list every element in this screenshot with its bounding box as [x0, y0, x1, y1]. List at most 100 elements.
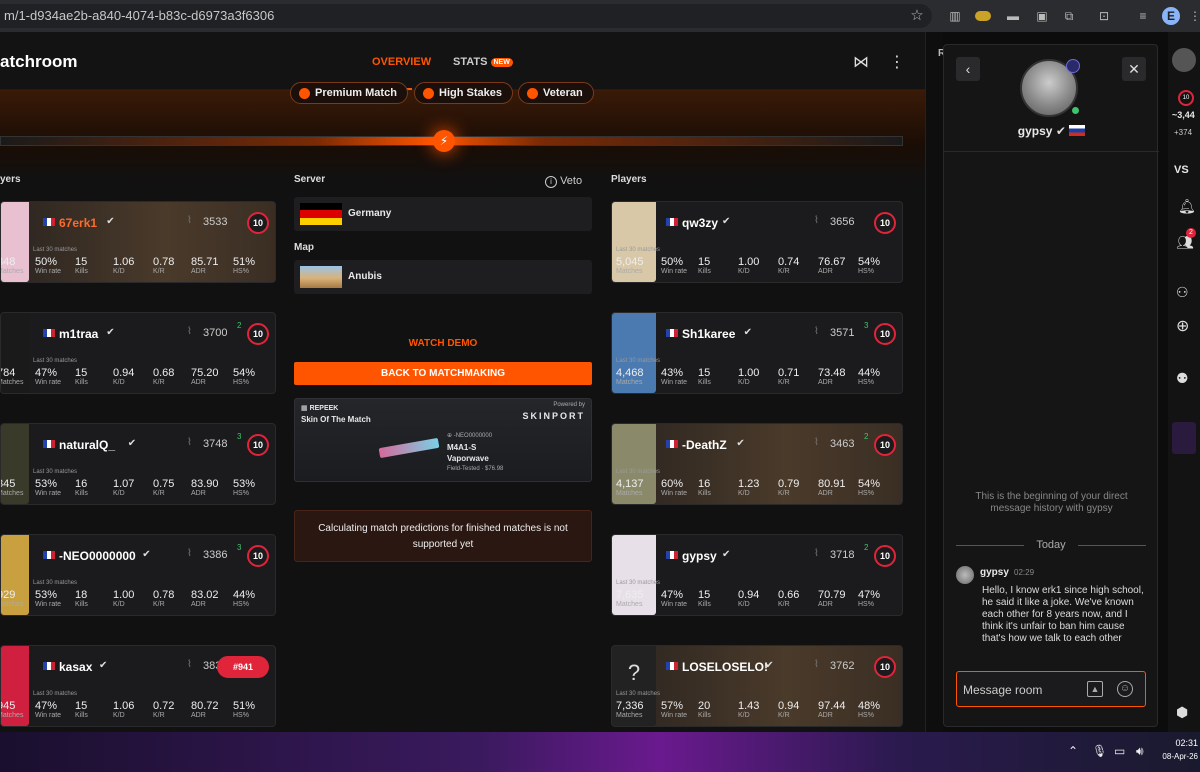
clock-date[interactable]: 08-Apr-26 — [1160, 752, 1200, 761]
player-nickname[interactable]: m1traa — [59, 327, 98, 341]
media-icon[interactable]: ≡ — [1134, 7, 1152, 25]
add-icon[interactable]: ⊕ — [1176, 316, 1189, 336]
player-nickname[interactable]: naturalQ_ — [59, 438, 115, 452]
player-card[interactable]: gypsy ✔ ⌇ 3718 2 10 Last 30 matches 7,635 Matche… — [611, 534, 903, 616]
tray-chevron-icon[interactable]: ⌃ — [1068, 744, 1078, 758]
stat-kills: 15 Kills — [698, 367, 711, 386]
tab-stats[interactable]: STATS NEW — [453, 56, 513, 68]
stat-adr: 85.71 ADR — [191, 256, 219, 275]
tag-veteran: Veteran — [518, 82, 594, 104]
player-nickname[interactable]: qw3zy — [682, 216, 718, 230]
skinport-logo: SKINPORT — [522, 411, 585, 421]
elo-trend-icon: ⌇ — [814, 437, 819, 448]
display-icon[interactable]: ▭ — [1114, 744, 1125, 758]
extension-icon-1[interactable]: ▥ — [946, 7, 964, 25]
player-nickname[interactable]: gypsy — [682, 549, 717, 563]
player-nickname[interactable]: kasax — [59, 660, 92, 674]
player-nickname[interactable]: -DeathZ — [682, 438, 727, 452]
back-to-matchmaking-button[interactable]: BACK TO MATCHMAKING — [294, 362, 592, 385]
close-icon[interactable]: ✕ — [1122, 57, 1146, 81]
image-upload-icon[interactable]: ▲ — [1087, 681, 1103, 697]
message-avatar[interactable] — [956, 566, 974, 584]
stat-value: 15 — [698, 589, 711, 601]
microphone-icon[interactable]: 🎙︎ — [1092, 744, 1107, 758]
stat-winrate: 47% Win rate — [35, 367, 61, 386]
stat-label: ADR — [818, 490, 833, 497]
sidebar-avatar[interactable] — [1172, 48, 1196, 72]
divider — [944, 151, 1159, 152]
promo-title: Skin Of The Match — [301, 415, 371, 424]
player-nickname[interactable]: 67erk1 — [59, 216, 97, 230]
faceit-icon[interactable]: ⬢ — [1176, 704, 1188, 721]
more-menu-icon[interactable]: ⋮ — [889, 52, 905, 72]
address-bar[interactable]: m/1-d934ae2b-a840-4074-b83c-d6973a3f6306 — [0, 4, 932, 28]
veto-link[interactable]: i Veto — [545, 175, 582, 188]
skill-level-badge: 10 — [874, 434, 896, 456]
stat-matches: 929Matches — [1, 589, 23, 608]
extension-icon-3[interactable]: ▬ — [1004, 7, 1022, 25]
share-icon[interactable]: ⋈ — [853, 52, 869, 72]
extensions-puzzle-icon[interactable]: ⧉ — [1060, 7, 1078, 25]
player-card[interactable]: kasax✔⌇3838#941Last 30 matches945Matches… — [0, 645, 276, 727]
player-card[interactable]: Sh1karee ✔ ⌇ 3571 3 10 Last 30 matches 4,468 Mat… — [611, 312, 903, 394]
party-icon[interactable]: ⚇ — [1176, 284, 1189, 301]
premium-icon — [299, 88, 310, 99]
player-elo: 3656 — [830, 216, 855, 228]
stat-hs: 44% HS% — [233, 589, 255, 608]
stat-value: 50% — [35, 256, 58, 268]
player-card[interactable]: m1traa ✔ ⌇ 3700 2 10 Last 30 matches 784Matches… — [0, 312, 276, 394]
player-stats: 5,045 Matches 50% Win rate 15 Kills 1.00 K/D 0.7… — [612, 256, 902, 282]
screenshot-icon[interactable]: ⊡ — [1095, 7, 1113, 25]
team-icon[interactable]: ⚉ — [1176, 370, 1189, 387]
player-card[interactable]: 67erk1 ✔ ⌇ 3533 10 Last 30 matches 348Matches 5… — [0, 201, 276, 283]
stat-label: Kills — [75, 379, 88, 386]
menu-kebab-icon[interactable]: ⋮ — [1186, 7, 1200, 25]
skin-of-the-match-card[interactable]: ▦ REPEEK Skin Of The Match Powered by SK… — [294, 398, 592, 482]
message-input[interactable]: Message room ▲ ☺ — [956, 671, 1146, 707]
dm-intro-text: This is the beginning of your direct mes… — [975, 491, 1128, 514]
stat-winrate: 50% Win rate — [35, 256, 61, 275]
player-card[interactable]: -DeathZ ✔ ⌇ 3463 2 10 Last 30 matches 4,137 Matc… — [611, 423, 903, 505]
last-30-label: Last 30 matches — [616, 691, 661, 697]
russia-flag-icon — [1069, 125, 1086, 136]
country-flag-icon — [666, 551, 678, 559]
stat-kd: 1.00 K/D — [738, 367, 759, 386]
watch-demo-link[interactable]: WATCH DEMO — [294, 338, 592, 349]
stat-winrate: 47% Win rate — [661, 589, 687, 608]
volume-icon[interactable]: 🔊︎ — [1136, 744, 1144, 759]
tab-overview[interactable]: OVERVIEW — [372, 56, 431, 68]
skill-level-badge: 10 — [874, 323, 896, 345]
sidebar-vs[interactable]: VS — [1174, 164, 1189, 176]
stat-label: HS% — [233, 712, 249, 719]
player-card[interactable]: naturalQ_ ✔ ⌇ 3748 3 10 Last 30 matches 345Matc… — [0, 423, 276, 505]
visualize-app-icon[interactable] — [1172, 422, 1196, 454]
stat-label: Matches — [616, 712, 643, 719]
stat-label: ADR — [191, 379, 206, 386]
stat-value: 51% — [233, 700, 256, 712]
notification-bell-icon[interactable]: 🔔︎ — [1178, 198, 1196, 215]
elo-trend-icon: ⌇ — [814, 326, 819, 337]
chat-user-name: gypsy ✔ — [944, 124, 1159, 138]
faceit-logo-icon: ⚡ — [433, 130, 455, 152]
stat-value: 60% — [661, 478, 684, 490]
player-card[interactable]: ? LOSELOSELO! ✔ ⌇ 3762 10 Last 30 matches 7,336… — [611, 645, 903, 727]
stat-hs: 51% HS% — [233, 256, 255, 275]
back-chevron-icon[interactable]: ‹ — [956, 57, 980, 81]
clock-time[interactable]: 02:31 — [1160, 738, 1200, 748]
extension-icon-4[interactable]: ▣ — [1033, 7, 1051, 25]
profile-avatar[interactable]: E — [1162, 7, 1180, 25]
map-label: Map — [294, 242, 314, 253]
player-nickname[interactable]: Sh1karee — [682, 327, 735, 341]
player-card[interactable]: qw3zy ✔ ⌇ 3656 10 Last 30 matches 5,045 Matches… — [611, 201, 903, 283]
stat-value: 50% — [661, 256, 684, 268]
extension-icon-2[interactable] — [975, 11, 991, 21]
emoji-icon[interactable]: ☺ — [1117, 681, 1133, 697]
stat-kills: 16 Kills — [698, 478, 711, 497]
stat-matches: 4,468 Matches — [616, 367, 644, 386]
player-nickname[interactable]: -NEO0000000 — [59, 549, 136, 563]
player-nickname[interactable]: LOSELOSELO! — [682, 660, 768, 674]
country-flag-icon — [666, 218, 678, 226]
player-card[interactable]: -NEO0000000 ✔ ⌇ 3386 3 10 Last 30 matches 929Ma… — [0, 534, 276, 616]
bookmark-star-icon[interactable]: ☆ — [908, 7, 926, 25]
last-30-label: Last 30 matches — [33, 469, 78, 475]
